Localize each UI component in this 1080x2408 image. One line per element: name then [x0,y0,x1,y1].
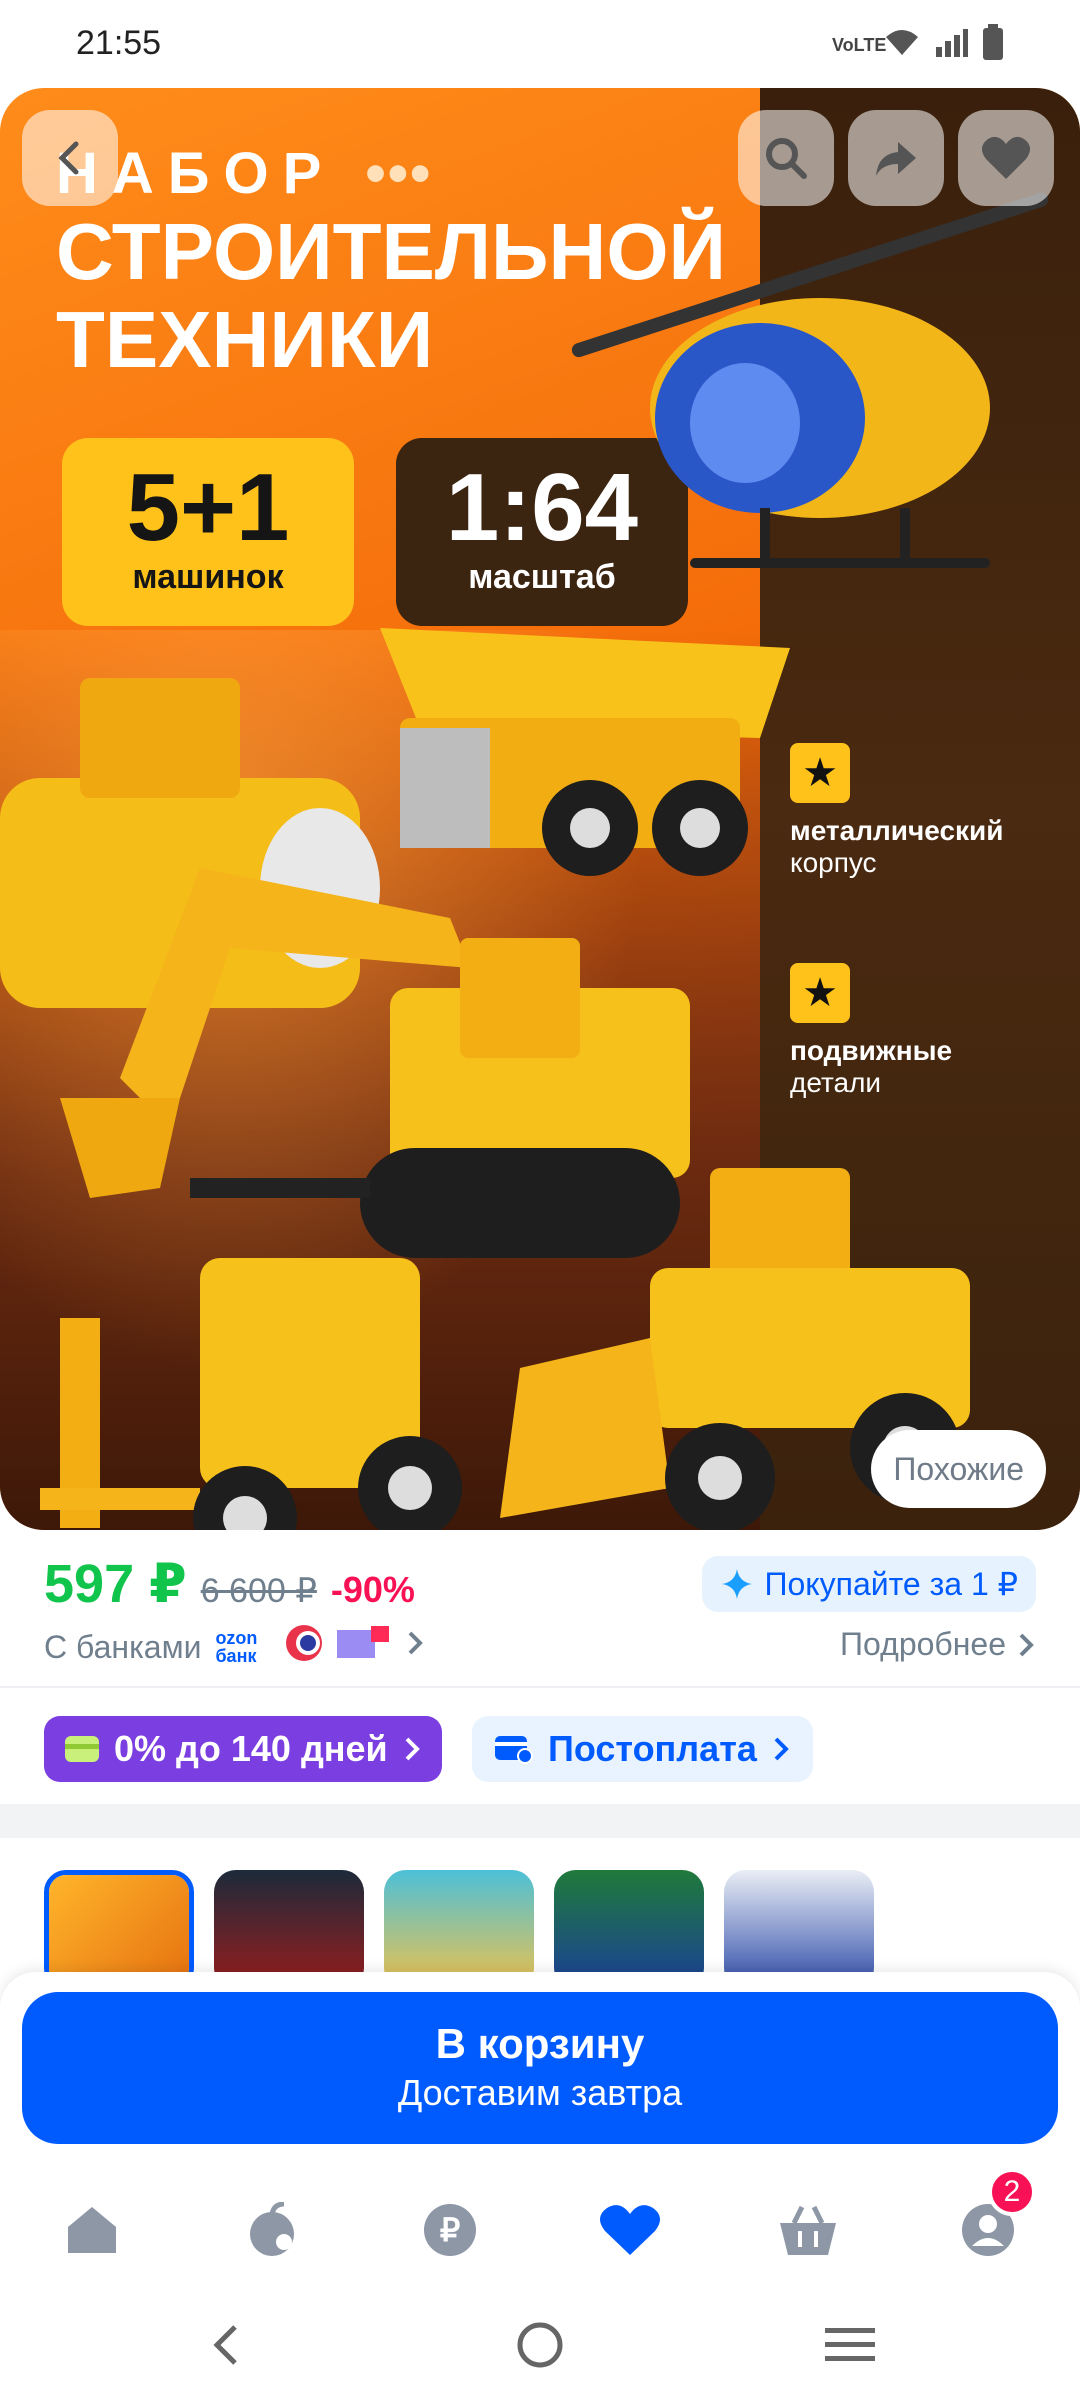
similar-button[interactable]: Похожие [871,1430,1046,1508]
bank-logo-circle-icon [285,1624,323,1670]
basket-icon [780,2205,836,2255]
home-icon [68,2207,116,2253]
share-button[interactable] [848,110,944,206]
search-icon [766,138,807,179]
apple-icon [250,2202,294,2256]
sparkle-icon [722,1569,753,1599]
tab-home[interactable] [52,2190,132,2270]
system-back-button[interactable] [186,2310,266,2380]
section-gap [0,1804,1080,1838]
profile-notification-badge: 2 [988,2168,1036,2216]
menu-icon [825,2328,875,2361]
system-home-button[interactable] [500,2310,580,2380]
variant-image [49,1875,189,1985]
cart-panel: В корзину Доставим завтра [0,1972,1080,2172]
discount-badge: -90% [330,1569,415,1610]
current-price: 597 ₽ [44,1554,187,1614]
delivery-label: Доставим завтра [397,2072,683,2113]
postpay-label: Постоплата [548,1728,757,1769]
share-arrow-icon [876,142,916,176]
heart-icon [981,136,1031,179]
installment-label: 0% до 140 дней [114,1728,388,1769]
old-price: 6 600 ₽ [200,1572,317,1610]
price-row: 597 ₽ 6 600 ₽ -90% [44,1552,415,1615]
star-icon: ★ [790,743,850,803]
buy-for-1-rub-chip[interactable]: Покупайте за 1 ₽ [702,1556,1036,1612]
chevron-right-icon [405,1628,425,1666]
feature-metal-body: ★ металлический корпус [790,743,1003,879]
heart-icon [599,2205,661,2255]
more-details-label: Подробнее [840,1626,1006,1662]
promo-label: Покупайте за 1 ₽ [764,1566,1018,1602]
chevron-right-icon [405,1737,420,1761]
back-arrow-icon [58,141,79,175]
bank-logo-flag-icon [337,1626,391,1668]
variant-selector [0,1838,1080,1990]
ozon-bank-logo: ozon банк [215,1628,258,1666]
banks-label: С банками [44,1628,202,1665]
feature-moving-title: подвижные [790,1035,953,1066]
add-to-cart-label: В корзину [435,2020,645,2067]
postpay-button[interactable]: Постоплата [472,1716,813,1782]
back-icon [213,2325,237,2365]
add-to-cart-button[interactable]: В корзину Доставим завтра [22,1992,1058,2144]
signal-icon [934,27,968,62]
chevron-right-icon [774,1737,789,1761]
ruble-icon: ₽ [424,2204,476,2256]
product-image[interactable]: НАБОР ••• СТРОИТЕЛЬНОЙ ТЕХНИКИ 5+1 машин… [0,88,1080,1530]
star-icon: ★ [790,963,850,1023]
tab-fresh[interactable] [232,2190,312,2270]
feature-moving-sub: детали [790,1067,882,1098]
svg-text:₽: ₽ [440,2212,460,2248]
back-button[interactable] [22,110,118,206]
dump-truck-image [380,628,790,876]
status-time: 21:55 [76,24,162,62]
tab-finance[interactable]: ₽ [410,2190,490,2270]
feature-moving-parts: ★ подвижные детали [790,963,952,1099]
more-details-link[interactable]: Подробнее [840,1626,1036,1663]
bank-offers[interactable]: С банками ozon банк [44,1624,425,1670]
status-icons: VoLTE [832,24,1004,65]
helicopter-image [571,192,1049,568]
volte-icon: VoLTE [832,34,887,55]
divider [0,1686,1080,1688]
card-icon [65,1736,99,1762]
bottom-tab-bar: ₽ 2 [0,2168,1080,2282]
card-clock-icon [495,1736,533,1764]
tab-profile[interactable]: 2 [948,2168,1036,2270]
system-recents-button[interactable] [810,2310,890,2380]
tab-cart[interactable] [768,2190,848,2270]
tab-favorites[interactable] [590,2190,670,2270]
feature-metal-title: металлический [790,815,1004,846]
installment-button[interactable]: 0% до 140 дней [44,1716,442,1782]
chevron-right-icon [1019,1633,1034,1656]
system-navigation-bar [0,2282,1080,2408]
feature-metal-sub: корпус [790,847,877,878]
battery-icon [982,24,1004,65]
home-circle-icon [517,2322,563,2368]
wifi-icon [884,27,920,62]
favorite-button[interactable] [958,110,1054,206]
search-button[interactable] [738,110,834,206]
status-bar: 21:55 VoLTE [0,0,1080,88]
